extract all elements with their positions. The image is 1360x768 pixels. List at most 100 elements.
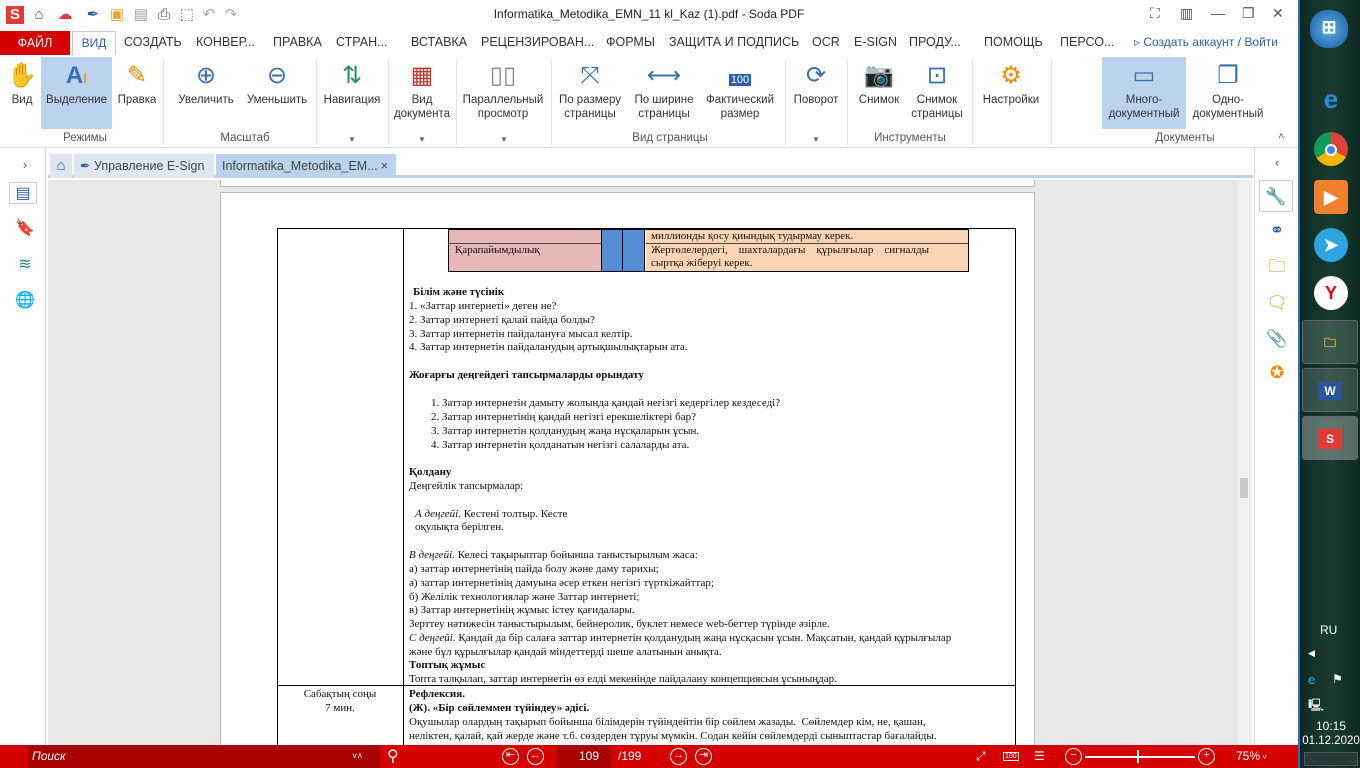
zoom-in-icon[interactable]: + [1198,748,1215,765]
edit-mode-button[interactable]: ✎ Правка [115,57,159,127]
fit-width-icon[interactable]: ☰ [1034,749,1045,763]
network-icon[interactable]: 🖳 [1308,696,1324,717]
minimize-button[interactable]: — [1211,5,1225,21]
search-options-icon[interactable]: ˅˄ [352,751,363,761]
binoculars-icon[interactable]: ⚭ [1266,220,1288,242]
menu-ocr[interactable]: OCR [812,35,840,49]
close-button[interactable]: ✕ [1272,5,1284,22]
chevron-down-icon[interactable]: ▼ [500,135,508,144]
label: Выделение [46,94,107,106]
action-center-flag-icon[interactable]: ⚑ [1332,672,1343,686]
account-link[interactable]: ▹ Создать аккаунт / Войти [1134,35,1278,49]
page-number-input[interactable]: 109 [557,745,611,768]
zoom-out-icon[interactable]: − [1065,748,1082,765]
zoom-in-button[interactable]: ⊕ Увеличить [174,57,238,127]
settings-button[interactable]: ⚙ Настройки [978,57,1044,127]
document-view-button[interactable]: ▦ Вид документа [392,57,452,127]
hand-mode-button[interactable]: ✋ Вид [4,57,40,127]
chevron-down-icon[interactable]: ▼ [418,135,426,144]
actual-size-icon[interactable]: 100 [1003,752,1019,761]
file-explorer-icon[interactable]: 🗀 [1302,320,1358,364]
label: Снимок [858,94,900,106]
menu-insert[interactable]: ВСТАВКА [411,35,467,49]
single-document-button[interactable]: ❐ Одно-документный [1188,57,1268,127]
snapshot-button[interactable]: 📷 Снимок [852,57,906,127]
zoom-slider[interactable] [1085,756,1195,758]
menu-edit[interactable]: ПРАВКА [273,35,322,49]
media-player-icon[interactable]: ▶ [1314,180,1348,214]
menu-file[interactable]: ФАЙЛ [0,31,70,55]
chevron-down-icon[interactable]: ▼ [812,135,820,144]
word-taskbar-button[interactable]: W [1302,368,1358,412]
language-indicator[interactable]: RU [1320,623,1337,637]
fit-width-button[interactable]: ⟷ По ширине страницы [630,57,698,127]
navigation-button[interactable]: ⇅ Навигация [320,57,384,127]
menu-help[interactable]: ПОМОЩЬ [984,35,1043,49]
status-bar: Поиск ˅˄ ⚲ ⇤ ← 109 /199 → ⇥ ⤢ 100 ☰ − + … [0,745,1298,768]
menu-review[interactable]: РЕЦЕНЗИРОВАН... [481,35,594,49]
clock-time[interactable]: 10:15 [1300,719,1360,733]
close-tab-icon[interactable]: × [381,154,388,178]
maximize-button[interactable]: ❐ [1242,5,1255,22]
zoom-slider-thumb[interactable] [1137,750,1139,763]
collapse-ribbon-icon[interactable]: ˄ [1278,131,1284,143]
rotate-button[interactable]: ⟳ Поворот [789,57,843,127]
folder-search-icon[interactable]: 🗀 [1266,256,1288,278]
tab-home[interactable]: ⌂ [50,154,72,178]
expand-panel-icon[interactable]: › [14,154,36,176]
fit-page-button[interactable]: ⤧ По размеру страницы [556,57,624,127]
paperclip-icon[interactable]: 📎 [1266,328,1288,350]
show-hidden-icons[interactable]: ◀ [1308,648,1315,659]
start-button[interactable]: ⊞ [1310,10,1348,48]
menu-protect[interactable]: ЗАЩИТА И ПОДПИСЬ [669,35,799,49]
chrome-icon[interactable] [1314,132,1348,166]
menu-esign[interactable]: E-SIGN [854,35,897,49]
telegram-icon[interactable]: ➤ [1314,228,1348,262]
certificate-icon[interactable]: ✪ [1266,362,1288,384]
parallel-view-button[interactable]: ▯▯ Параллельный просмотр [460,57,546,127]
globe-link-icon[interactable]: 🌐 [14,290,36,312]
page-snapshot-button[interactable]: ⊡ Снимок страницы [908,57,966,127]
search-input[interactable]: Поиск ˅˄ [28,745,380,768]
eset-icon[interactable]: e [1308,672,1315,687]
previous-page-icon[interactable]: ← [527,748,544,765]
soda-pdf-taskbar-button[interactable]: S [1302,416,1358,460]
home-icon: ⌂ [56,157,66,174]
tab-document[interactable]: Informatika_Metodika_EM... × [216,154,396,178]
collapse-panel-icon[interactable]: ‹ [1266,152,1288,174]
actual-size-button[interactable]: 100 Фактический размер [702,57,778,127]
last-page-icon[interactable]: ⇥ [695,748,712,765]
search-icon[interactable]: ⚲ [387,746,399,766]
stage-duration: 7 мин. [325,702,355,714]
reading-mode-icon[interactable]: ▥ [1180,5,1193,22]
menu-convert[interactable]: КОНВЕР... [196,35,255,49]
scrollbar-thumb[interactable] [1240,478,1248,498]
layers-icon[interactable]: ≋ [14,254,36,276]
next-page-icon[interactable]: → [670,748,687,765]
menu-pages[interactable]: СТРАН... [336,35,388,49]
clock-date[interactable]: 01.12.2020 [1300,735,1360,747]
fit-screen-icon[interactable]: ⤢ [976,749,986,764]
menu-products[interactable]: ПРОДУ... [909,35,961,49]
document-viewer[interactable]: Қарапайымдылық миллионды қосу қиындық ту… [48,180,1238,745]
menu-forms[interactable]: ФОРМЫ [606,35,655,49]
tab-esign[interactable]: ✒ Управление E-Sign [74,154,214,178]
chevron-down-icon[interactable]: ▼ [348,135,356,144]
zoom-level-dropdown[interactable]: 75% ˅ [1236,749,1267,763]
wrench-icon[interactable]: 🔧 [1259,180,1293,212]
select-mode-button[interactable]: AI Выделение [41,57,112,129]
bookmark-icon[interactable]: 🔖 [14,218,36,240]
menu-view[interactable]: ВИД [72,31,116,55]
vertical-scrollbar[interactable] [1238,180,1252,745]
zoom-out-button[interactable]: ⊖ Уменьшить [244,57,310,127]
menu-create[interactable]: СОЗДАТЬ [124,35,182,49]
menu-personal[interactable]: ПЕРСО... [1060,35,1114,49]
multi-document-button[interactable]: ▭ Много-документный [1102,57,1186,129]
fullscreen-icon[interactable]: ⛶ [1150,5,1160,22]
show-desktop-button[interactable] [1304,752,1358,766]
thumbnails-icon[interactable]: ▤ [9,182,37,204]
comment-icon[interactable]: 🗨 [1266,292,1288,314]
yandex-browser-icon[interactable]: Y [1314,276,1348,310]
internet-explorer-icon[interactable]: e [1314,82,1348,116]
first-page-icon[interactable]: ⇤ [502,748,519,765]
